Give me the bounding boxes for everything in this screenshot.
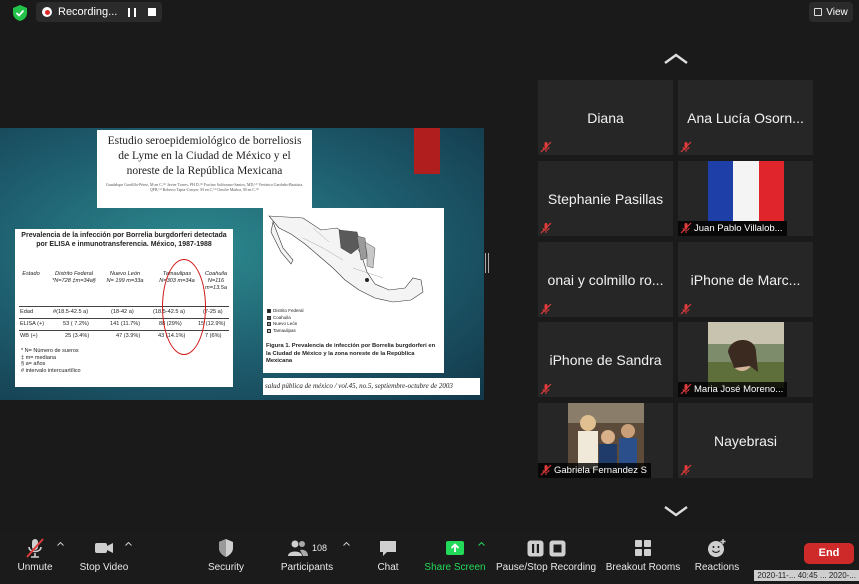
table-col-header: Coahuila [204, 271, 228, 277]
table-title: Prevalencia de la infección por Borrelia… [21, 232, 227, 248]
mic-muted-icon [680, 141, 692, 153]
mic-muted-icon [680, 383, 692, 395]
table-col-sub: *N=728 ‡m=34a§ [52, 278, 96, 284]
participant-tile-video[interactable]: Gabriela Fernandez S [538, 403, 673, 478]
meeting-toolbar: Unmute Stop Video Security 108 Participa… [0, 533, 859, 584]
decorative-red-block [414, 128, 440, 174]
mexico-map-figure: Distrito Federal Coahuila Nuevo León Tam… [263, 208, 444, 373]
share-options-caret-icon[interactable] [478, 542, 485, 546]
pause-stop-recording-button[interactable]: Pause/Stop Recording [496, 533, 596, 584]
mic-muted-icon [680, 464, 692, 476]
mexico-map [268, 215, 424, 303]
chat-button[interactable]: Chat [372, 533, 404, 584]
table-notes: * N= Número de sueros ‡ m= mediana § a= … [21, 348, 81, 374]
highlight-circle [162, 259, 206, 355]
stop-video-button[interactable]: Stop Video [76, 533, 132, 584]
split-resize-handle[interactable] [485, 253, 489, 273]
participant-tile[interactable]: Ana Lucía Osorn... [678, 80, 813, 155]
participant-tile[interactable]: Nayebrasi [678, 403, 813, 478]
stop-recording-icon [549, 540, 565, 556]
pause-recording-icon[interactable] [128, 7, 136, 17]
recording-label: Recording... [58, 6, 118, 18]
video-camera-icon [95, 543, 113, 553]
view-button[interactable]: View [809, 2, 853, 22]
participant-video-feed [568, 403, 644, 469]
mic-muted-icon [680, 303, 692, 315]
participant-tile[interactable]: Diana [538, 80, 673, 155]
mic-off-icon [26, 538, 44, 558]
participants-icon [287, 540, 308, 556]
participant-tile-video[interactable]: Maria José Moreno... [678, 322, 813, 397]
map-legend: Distrito Federal Coahuila Nuevo León Tam… [267, 308, 304, 334]
end-meeting-button[interactable]: End [804, 543, 854, 564]
mic-muted-icon [540, 383, 552, 395]
participant-tile[interactable]: iPhone de Marc... [678, 242, 813, 317]
video-timestamp: 2020-11-... 40:45 ... 2020-... [754, 570, 859, 581]
unmute-button[interactable]: Unmute [12, 533, 58, 584]
participant-name-label: Juan Pablo Villalob... [678, 221, 787, 236]
mic-muted-icon [540, 303, 552, 315]
participant-tile[interactable]: Stephanie Pasillas [538, 161, 673, 236]
security-button[interactable]: Security [202, 533, 250, 584]
french-flag-video [708, 161, 784, 221]
mic-muted-icon [540, 464, 552, 476]
shared-screen[interactable]: Estudio seroepidemiológico de borreliosi… [0, 128, 484, 400]
breakout-rooms-button[interactable]: Breakout Rooms [606, 533, 680, 584]
participants-count: 108 [311, 543, 328, 553]
reactions-smiley-icon [708, 539, 726, 557]
paper-title-box: Estudio seroepidemiológico de borreliosi… [97, 130, 312, 208]
prevalence-table: Prevalencia de la infección por Borrelia… [15, 229, 233, 387]
chat-bubble-icon [380, 541, 396, 556]
breakout-rooms-icon [635, 540, 651, 556]
mic-muted-icon [680, 222, 692, 234]
recording-indicator: Recording... [36, 2, 162, 22]
participant-video-feed [708, 322, 784, 388]
mic-muted-icon [540, 222, 552, 234]
share-screen-icon [446, 541, 464, 555]
reactions-button[interactable]: Reactions [693, 533, 741, 584]
table-col-sub: N= 199 m=33a [106, 278, 144, 284]
table-col-header: Estado [22, 271, 40, 277]
view-label: View [826, 6, 848, 18]
stop-recording-icon[interactable] [148, 8, 156, 16]
participants-button[interactable]: 108 Participants [278, 533, 336, 584]
share-screen-button[interactable]: Share Screen [424, 533, 486, 584]
mic-muted-icon [540, 141, 552, 153]
table-col-header: Nuevo León [109, 271, 141, 277]
table-col-header: Distrito Federal [55, 271, 93, 277]
audio-options-caret-icon[interactable] [57, 542, 64, 546]
gallery-prev-page-icon[interactable] [663, 53, 689, 65]
security-shield-icon [219, 539, 233, 557]
pause-recording-icon [527, 540, 543, 556]
participant-tile[interactable]: iPhone de Sandra [538, 322, 673, 397]
participant-name-label: Gabriela Fernandez S [538, 463, 651, 478]
journal-footer: salud pública de méxico / vol.45, no.5, … [263, 378, 480, 395]
video-options-caret-icon[interactable] [125, 542, 132, 546]
recording-dot-icon [42, 7, 52, 17]
encryption-shield-icon[interactable] [10, 4, 30, 22]
participant-tile[interactable]: onai y colmillo ro... [538, 242, 673, 317]
participant-tile-video[interactable]: Juan Pablo Villalob... [678, 161, 813, 236]
participants-options-caret-icon[interactable] [343, 542, 350, 546]
paper-authors: Guadalupe Gordillo-Pérez, M en C,⁽¹⁾ Jav… [105, 182, 304, 192]
figure-caption: Figura 1. Prevalencia de infección por B… [266, 343, 436, 364]
gallery-next-page-icon[interactable] [663, 505, 689, 517]
grid-view-icon [814, 8, 823, 16]
participant-name-label: Maria José Moreno... [678, 382, 788, 397]
paper-title: Estudio seroepidemiológico de borreliosi… [107, 135, 302, 177]
